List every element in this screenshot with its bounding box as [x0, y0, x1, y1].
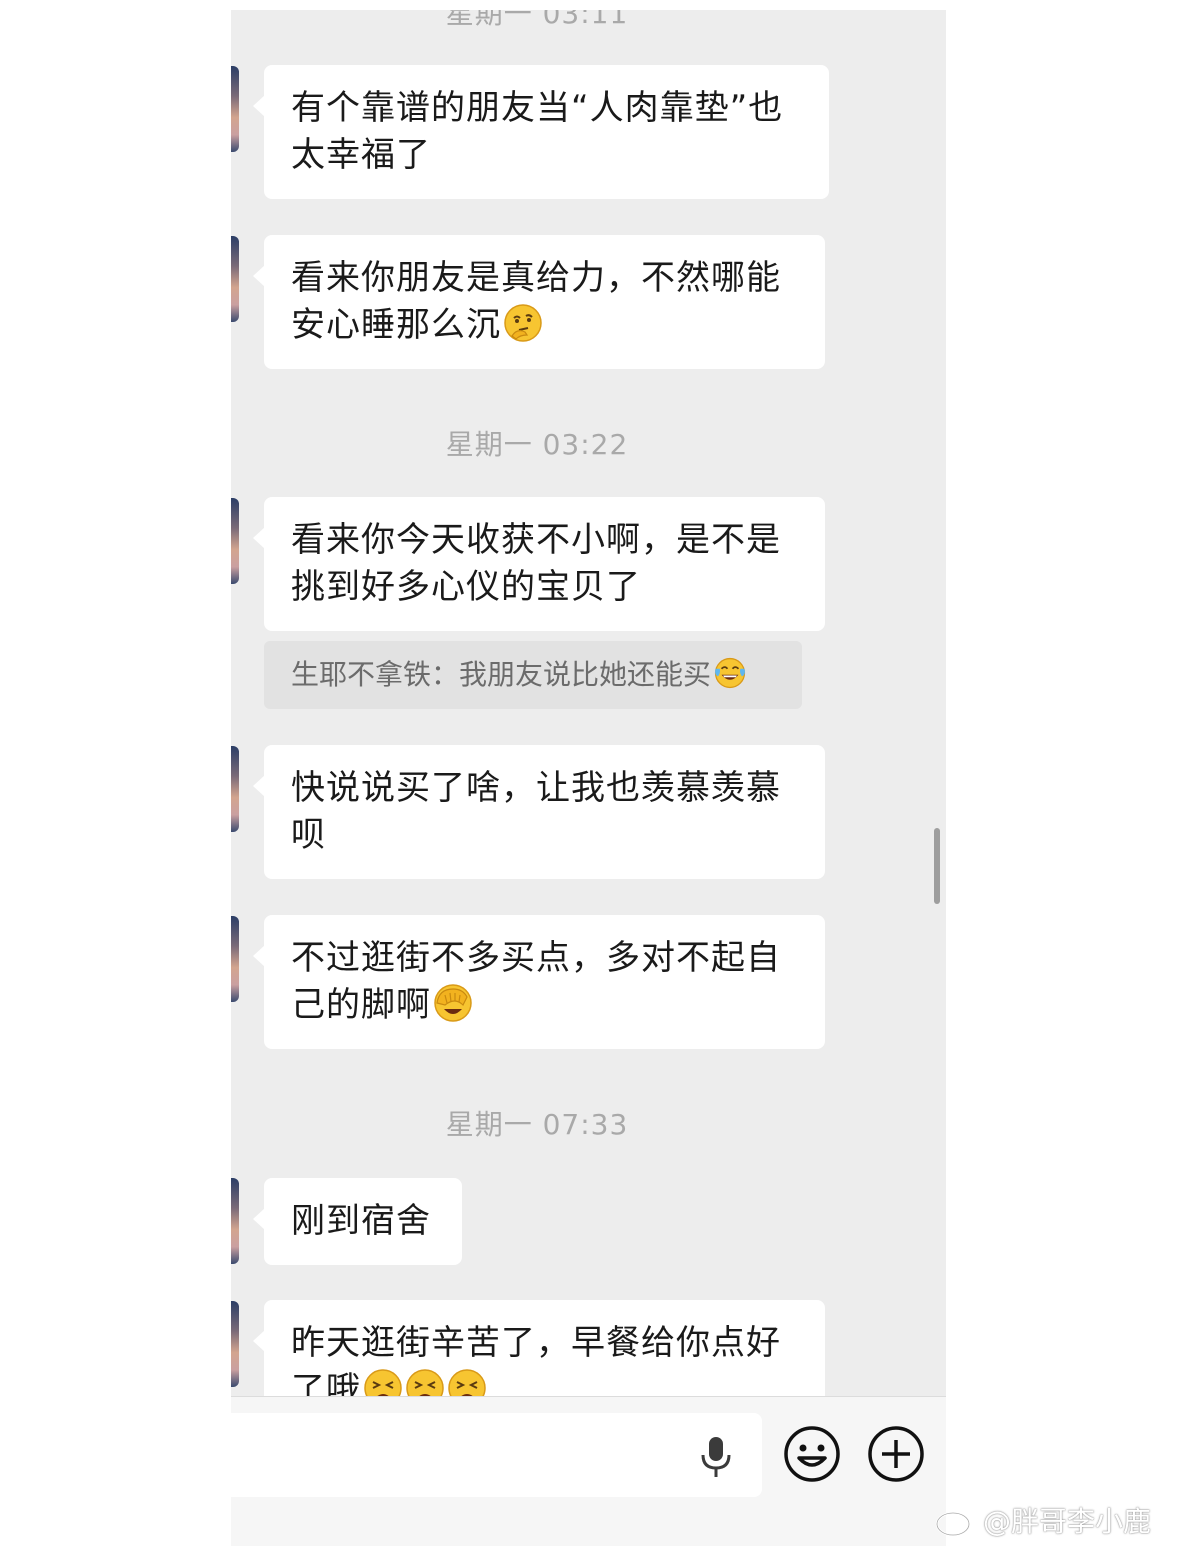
message-line: 挑到好多心仪的宝贝了 — [291, 567, 641, 607]
message-list[interactable]: 星期一 03:11 有个靠谱的朋友当“人肉靠垫”也 太幸福了 看来你朋友是真给力… — [231, 10, 946, 1396]
message-text: 了哦 — [291, 1370, 361, 1396]
message-text: 安心睡那么沉 — [291, 305, 501, 345]
message-line: 了哦 — [291, 1367, 798, 1396]
emoji-icon[interactable] — [782, 1424, 842, 1484]
tears-of-joy-icon — [714, 657, 746, 689]
message-line: 刚到宿舍 — [291, 1201, 431, 1241]
message-line: 太幸福了 — [291, 135, 431, 175]
message-bubble[interactable]: 刚到宿舍 — [253, 1178, 462, 1265]
chat-screen: 星期一 03:11 有个靠谱的朋友当“人肉靠垫”也 太幸福了 看来你朋友是真给力… — [231, 10, 946, 1546]
message-line: 快说说买了啥，让我也羡慕羡慕 — [291, 768, 781, 808]
thinking-face-icon — [504, 304, 542, 342]
avatar[interactable] — [231, 746, 239, 832]
tired-face-icon — [364, 1369, 402, 1396]
avatar[interactable] — [231, 236, 239, 322]
quoted-reply[interactable]: 生耶不拿铁：我朋友说比她还能买 — [264, 641, 802, 709]
message-line: 不过逛街不多买点，多对不起自 — [291, 938, 781, 978]
message-line: 安心睡那么沉 — [291, 302, 798, 349]
tired-face-icon — [448, 1369, 486, 1396]
face-palm-icon — [434, 984, 472, 1022]
message-line: 己的脚啊 — [291, 982, 798, 1029]
message-bubble[interactable]: 看来你朋友是真给力，不然哪能 安心睡那么沉 — [253, 235, 825, 369]
watermark-text: @胖哥李小鹿 — [983, 1505, 1152, 1538]
message-bubble[interactable]: 不过逛街不多买点，多对不起自 己的脚啊 — [253, 915, 825, 1049]
message-bubble[interactable]: 昨天逛街辛苦了，早餐给你点好 了哦 — [253, 1300, 825, 1396]
timestamp: 星期一 03:22 — [445, 428, 629, 461]
message-line: 昨天逛街辛苦了，早餐给你点好 — [291, 1323, 781, 1363]
message-line: 有个靠谱的朋友当“人肉靠垫”也 — [291, 88, 784, 128]
message-input[interactable] — [231, 1413, 762, 1497]
input-bar — [231, 1396, 946, 1546]
message-text: 己的脚啊 — [291, 985, 431, 1025]
weibo-logo-icon — [935, 1502, 979, 1537]
avatar[interactable] — [231, 1178, 239, 1264]
message-line: 呗 — [291, 815, 326, 855]
watermark: @胖哥李小鹿 — [935, 1498, 1151, 1542]
scrollbar[interactable] — [934, 828, 940, 904]
avatar[interactable] — [231, 66, 239, 152]
quoted-text: 生耶不拿铁：我朋友说比她还能买 — [291, 658, 712, 691]
avatar[interactable] — [231, 916, 239, 1002]
timestamp-partial: 星期一 03:11 — [445, 10, 629, 30]
plus-icon[interactable] — [866, 1424, 926, 1484]
timestamp: 星期一 07:33 — [445, 1108, 629, 1141]
message-bubble[interactable]: 快说说买了啥，让我也羡慕羡慕 呗 — [253, 745, 825, 879]
message-line: 看来你今天收获不小啊，是不是 — [291, 520, 781, 560]
microphone-icon[interactable] — [697, 1435, 735, 1479]
avatar[interactable] — [231, 1301, 239, 1387]
tired-face-icon — [406, 1369, 444, 1396]
avatar[interactable] — [231, 498, 239, 584]
message-line: 看来你朋友是真给力，不然哪能 — [291, 258, 781, 298]
message-bubble[interactable]: 有个靠谱的朋友当“人肉靠垫”也 太幸福了 — [253, 65, 829, 199]
message-bubble[interactable]: 看来你今天收获不小啊，是不是 挑到好多心仪的宝贝了 — [253, 497, 825, 631]
